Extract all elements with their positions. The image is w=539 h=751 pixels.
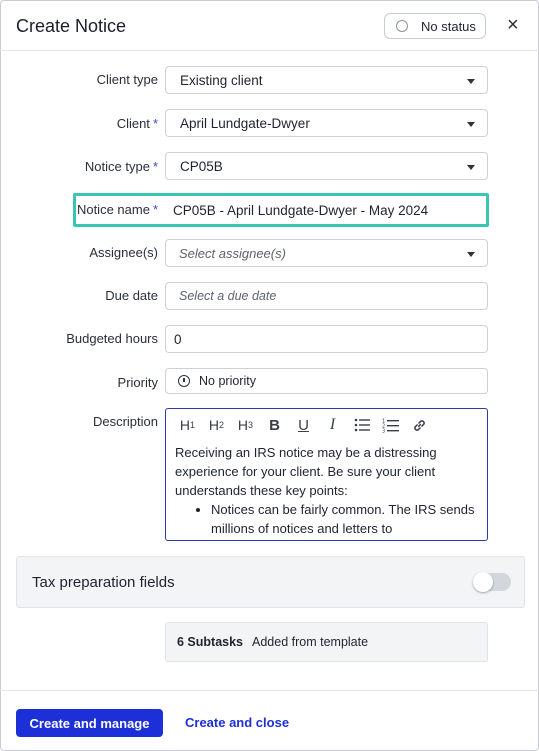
dialog-footer: Create and manage Create and close bbox=[0, 690, 539, 751]
create-and-close-button[interactable]: Create and close bbox=[185, 715, 289, 730]
chevron-down-icon bbox=[467, 122, 475, 127]
italic-icon[interactable]: I bbox=[318, 414, 347, 436]
assignees-label: Assignee(s) bbox=[89, 245, 158, 260]
chevron-down-icon bbox=[467, 165, 475, 170]
subtasks-note: Added from template bbox=[252, 635, 369, 649]
underline-icon[interactable]: U bbox=[289, 414, 318, 436]
editor-bullet-item: Notices can be fairly common. The IRS se… bbox=[211, 500, 478, 538]
client-label: Client * bbox=[116, 116, 158, 131]
priority-select[interactable]: No priority bbox=[165, 368, 488, 394]
tax-preparation-section: Tax preparation fields bbox=[16, 556, 525, 608]
editor-paragraph: Receiving an IRS notice may be a distres… bbox=[175, 445, 437, 498]
status-dropdown[interactable]: No status bbox=[384, 13, 486, 39]
priority-value: No priority bbox=[199, 374, 256, 388]
editor-content[interactable]: Receiving an IRS notice may be a distres… bbox=[166, 441, 487, 538]
tax-preparation-toggle[interactable] bbox=[473, 572, 511, 592]
client-type-select[interactable]: Existing client bbox=[165, 66, 488, 94]
dialog-header: Create Notice No status × bbox=[0, 0, 539, 51]
budgeted-hours-input[interactable]: 0 bbox=[165, 325, 488, 353]
client-value: April Lundgate-Dwyer bbox=[180, 115, 310, 131]
bullet-list-icon[interactable] bbox=[347, 414, 376, 436]
editor-bullet-list: Notices can be fairly common. The IRS se… bbox=[211, 500, 478, 538]
priority-label: Priority bbox=[117, 375, 158, 390]
svg-text:3: 3 bbox=[382, 428, 385, 433]
notice-type-value: CP05B bbox=[180, 158, 223, 174]
close-icon[interactable]: × bbox=[507, 15, 519, 35]
notice-type-label: Notice type * bbox=[84, 159, 158, 174]
assignees-placeholder: Select assignee(s) bbox=[179, 245, 286, 261]
heading-2-icon[interactable]: H2 bbox=[202, 414, 231, 436]
link-icon[interactable] bbox=[405, 414, 434, 436]
subtasks-panel: 6 Subtasks Added from template bbox=[165, 622, 488, 662]
numbered-list-icon[interactable]: 123 bbox=[376, 414, 405, 436]
client-type-value: Existing client bbox=[180, 72, 263, 88]
notice-name-input[interactable]: CP05B - April Lundgate-Dwyer - May 2024 bbox=[165, 196, 486, 224]
required-mark: * bbox=[152, 116, 158, 131]
heading-1-icon[interactable]: H1 bbox=[173, 414, 202, 436]
bold-icon[interactable]: B bbox=[260, 414, 289, 436]
chevron-down-icon bbox=[467, 79, 475, 84]
description-label: Description bbox=[92, 414, 158, 429]
client-type-label: Client type bbox=[96, 72, 158, 87]
budgeted-hours-label: Budgeted hours bbox=[66, 331, 158, 346]
tax-preparation-label: Tax preparation fields bbox=[32, 574, 175, 591]
toggle-knob bbox=[473, 572, 493, 592]
dialog-title: Create Notice bbox=[16, 16, 127, 36]
description-editor[interactable]: H1 H2 H3 B U I 123 Receiving an IRS noti… bbox=[165, 408, 488, 541]
subtasks-count: 6 Subtasks bbox=[177, 635, 244, 649]
budgeted-hours-value: 0 bbox=[174, 331, 182, 347]
status-circle-icon bbox=[396, 20, 408, 32]
assignees-select[interactable]: Select assignee(s) bbox=[165, 239, 488, 267]
notice-name-label: Notice name * bbox=[76, 202, 158, 217]
editor-toolbar: H1 H2 H3 B U I 123 bbox=[166, 409, 487, 441]
client-select[interactable]: April Lundgate-Dwyer bbox=[165, 109, 488, 137]
required-mark: * bbox=[152, 202, 158, 217]
due-date-input[interactable]: Select a due date bbox=[165, 282, 488, 310]
chevron-down-icon bbox=[467, 252, 475, 257]
required-mark: * bbox=[152, 159, 158, 174]
due-date-placeholder: Select a due date bbox=[179, 289, 277, 303]
status-label: No status bbox=[421, 18, 476, 34]
heading-3-icon[interactable]: H3 bbox=[231, 414, 260, 436]
notice-type-select[interactable]: CP05B bbox=[165, 152, 488, 180]
create-and-manage-button[interactable]: Create and manage bbox=[16, 709, 163, 737]
due-date-label: Due date bbox=[105, 288, 158, 303]
priority-alert-icon bbox=[178, 375, 190, 387]
